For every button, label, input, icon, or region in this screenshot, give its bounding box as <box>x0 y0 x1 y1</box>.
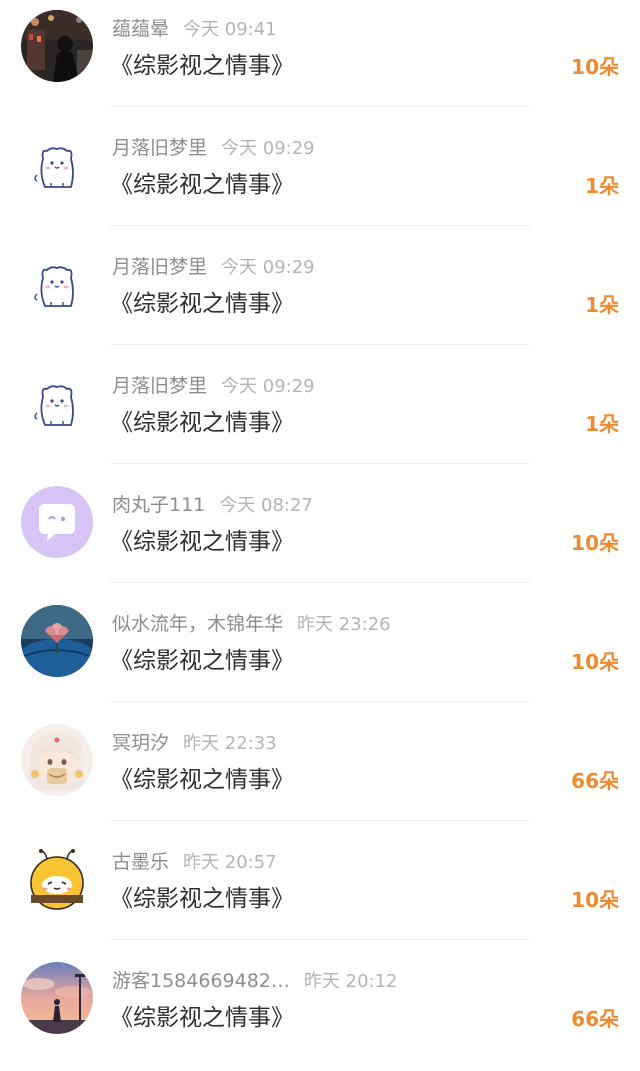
divider <box>110 820 530 821</box>
user-name[interactable]: 古墨乐 <box>112 851 169 873</box>
list-item[interactable]: 似水流年，木锦年华 昨天 23:26 《综影视之情事》 10朵 <box>0 595 640 714</box>
divider <box>110 939 530 940</box>
book-title[interactable]: 《综影视之情事》 <box>110 284 294 324</box>
list-item[interactable]: 月落旧梦里 今天 09:29 《综影视之情事》 1朵 <box>0 119 640 238</box>
gift-time: 今天 08:27 <box>219 495 313 516</box>
item-meta: 游客1584669482… 昨天 20:12 <box>112 966 398 996</box>
gift-time: 昨天 23:26 <box>297 614 391 635</box>
purple-chat-bubble-avatar <box>21 486 93 558</box>
book-title[interactable]: 《综影视之情事》 <box>110 879 294 919</box>
gift-time: 今天 09:29 <box>221 257 315 278</box>
item-meta: 古墨乐 昨天 20:57 <box>112 847 277 877</box>
item-meta: 似水流年，木锦年华 昨天 23:26 <box>112 609 391 639</box>
gift-amount: 1朵 <box>585 174 619 198</box>
user-name[interactable]: 肉丸子111 <box>112 494 205 516</box>
user-name[interactable]: 蕴蕴晕 <box>112 18 169 40</box>
list-item[interactable]: 游客1584669482… 昨天 20:12 《综影视之情事》 66朵 <box>0 952 640 1071</box>
list-item[interactable]: 蕴蕴晕 今天 09:41 《综影视之情事》 10朵 <box>0 0 640 119</box>
gift-time: 昨天 22:33 <box>183 733 277 754</box>
gift-time: 今天 09:29 <box>221 376 315 397</box>
book-title[interactable]: 《综影视之情事》 <box>110 46 294 86</box>
gift-amount: 10朵 <box>571 650 619 674</box>
cartoon-bear-avatar <box>21 248 93 320</box>
gift-time: 今天 09:29 <box>221 138 315 159</box>
lotus-photo-avatar <box>21 605 93 677</box>
divider <box>110 463 530 464</box>
avatar[interactable] <box>21 605 93 677</box>
book-title[interactable]: 《综影视之情事》 <box>110 403 294 443</box>
item-meta: 冥玥汐 昨天 22:33 <box>112 728 277 758</box>
avatar[interactable] <box>21 248 93 320</box>
gift-amount: 66朵 <box>571 1007 619 1031</box>
avatar[interactable] <box>21 724 93 796</box>
avatar[interactable] <box>21 129 93 201</box>
user-name[interactable]: 月落旧梦里 <box>112 375 207 397</box>
dark-night-photo-avatar <box>21 10 93 82</box>
user-name[interactable]: 游客1584669482… <box>112 970 290 992</box>
gift-amount: 10朵 <box>571 531 619 555</box>
gift-amount: 66朵 <box>571 769 619 793</box>
gift-amount: 10朵 <box>571 888 619 912</box>
user-name[interactable]: 月落旧梦里 <box>112 256 207 278</box>
book-title[interactable]: 《综影视之情事》 <box>110 641 294 681</box>
list-item[interactable]: 月落旧梦里 今天 09:29 《综影视之情事》 1朵 <box>0 238 640 357</box>
gift-amount: 10朵 <box>571 55 619 79</box>
book-title[interactable]: 《综影视之情事》 <box>110 760 294 800</box>
gift-amount: 1朵 <box>585 412 619 436</box>
user-name[interactable]: 冥玥汐 <box>112 732 169 754</box>
item-meta: 肉丸子111 今天 08:27 <box>112 490 313 520</box>
anime-girl-avatar <box>21 724 93 796</box>
yellow-bee-avatar <box>21 843 93 915</box>
avatar[interactable] <box>21 486 93 558</box>
divider <box>110 582 530 583</box>
avatar[interactable] <box>21 962 93 1034</box>
list-item[interactable]: 古墨乐 昨天 20:57 《综影视之情事》 10朵 <box>0 833 640 952</box>
book-title[interactable]: 《综影视之情事》 <box>110 165 294 205</box>
sunset-figure-avatar <box>21 962 93 1034</box>
user-name[interactable]: 似水流年，木锦年华 <box>112 613 283 635</box>
gift-amount: 1朵 <box>585 293 619 317</box>
gift-time: 今天 09:41 <box>183 19 277 40</box>
list-item[interactable]: 肉丸子111 今天 08:27 《综影视之情事》 10朵 <box>0 476 640 595</box>
avatar[interactable] <box>21 367 93 439</box>
item-meta: 月落旧梦里 今天 09:29 <box>112 133 315 163</box>
avatar[interactable] <box>21 843 93 915</box>
avatar[interactable] <box>21 10 93 82</box>
divider <box>110 106 530 107</box>
cartoon-bear-avatar <box>21 367 93 439</box>
gift-time: 昨天 20:12 <box>303 971 398 992</box>
item-meta: 月落旧梦里 今天 09:29 <box>112 252 315 282</box>
user-name[interactable]: 月落旧梦里 <box>112 137 207 159</box>
book-title[interactable]: 《综影视之情事》 <box>110 522 294 562</box>
divider <box>110 701 530 702</box>
gift-record-list: 蕴蕴晕 今天 09:41 《综影视之情事》 10朵 月落旧梦里 今天 09:29 《… <box>0 0 640 1058</box>
item-meta: 月落旧梦里 今天 09:29 <box>112 371 315 401</box>
gift-time: 昨天 20:57 <box>183 852 277 873</box>
book-title[interactable]: 《综影视之情事》 <box>110 998 294 1038</box>
divider <box>110 225 530 226</box>
list-item[interactable]: 月落旧梦里 今天 09:29 《综影视之情事》 1朵 <box>0 357 640 476</box>
divider <box>110 344 530 345</box>
cartoon-bear-avatar <box>21 129 93 201</box>
list-item[interactable]: 冥玥汐 昨天 22:33 《综影视之情事》 66朵 <box>0 714 640 833</box>
item-meta: 蕴蕴晕 今天 09:41 <box>112 14 277 44</box>
